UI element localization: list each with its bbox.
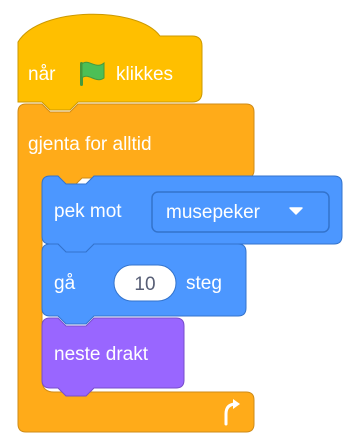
forever-label: gjenta for alltid [28, 134, 152, 155]
dropdown-value: musepeker [166, 202, 261, 223]
move-steps-block[interactable]: gå 10 steg [41, 243, 247, 325]
point-towards-label: pek mot [54, 201, 122, 222]
when-flag-clicked-block[interactable]: når klikkes [17, 13, 203, 111]
steps-value: 10 [134, 274, 155, 295]
when-label: når [28, 64, 56, 85]
next-costume-block[interactable]: neste drakt [41, 317, 185, 397]
hat-block-shape [17, 13, 203, 111]
move-label: gå [54, 273, 76, 294]
clicked-label: klikkes [116, 64, 173, 85]
steps-label: steg [186, 273, 222, 294]
scratch-script: når klikkes gjenta for alltid pek mot mu… [17, 13, 343, 433]
next-costume-label: neste drakt [54, 344, 149, 365]
target-dropdown[interactable]: musepeker [151, 191, 330, 233]
point-towards-block[interactable]: pek mot musepeker [41, 175, 343, 253]
